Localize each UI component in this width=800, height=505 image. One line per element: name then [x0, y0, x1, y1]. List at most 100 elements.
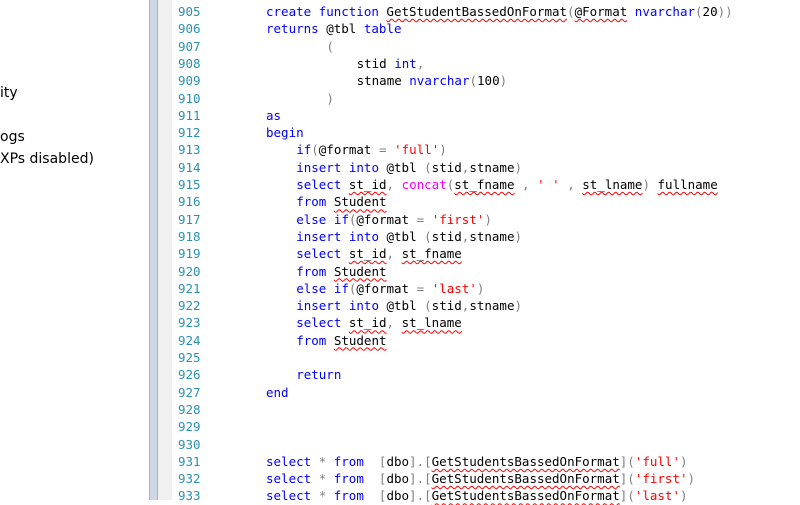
line-number: 912 — [178, 125, 201, 141]
code-token: GetStudentsBassedOnFormat — [431, 471, 620, 487]
query-editor[interactable]: 905 create function GetStudentBassedOnFor… — [172, 0, 800, 503]
code-text: select st_id, concat(st_fname , ' ' , st… — [296, 176, 718, 193]
code-line[interactable]: 933 select * from [dbo].[GetStudentsBasse… — [172, 487, 800, 504]
object-explorer-panel: ity ogs XPs disabled) — [0, 0, 149, 500]
code-line[interactable]: 909 stname nvarchar(100) — [172, 72, 800, 89]
code-line[interactable]: 921 else if(@format = 'last') — [172, 280, 800, 297]
code-token: 'full' — [394, 142, 440, 158]
code-line[interactable]: 927 end — [172, 384, 800, 401]
code-line[interactable]: 915 select st_id, concat(st_fname , ' ' ,… — [172, 176, 800, 193]
code-token: @format — [356, 280, 417, 296]
code-text: if(@format = 'full') — [296, 141, 447, 158]
code-line[interactable]: 931 select * from [dbo].[GetStudentsBasse… — [172, 453, 800, 470]
code-token: insert into — [296, 298, 379, 314]
tree-item-security[interactable]: ity — [0, 85, 18, 101]
code-token: ( — [424, 159, 432, 175]
line-number: 925 — [178, 350, 201, 365]
code-line[interactable]: 916 from Student — [172, 193, 800, 210]
code-line[interactable]: 910) — [172, 90, 800, 107]
code-text: else if(@format = 'last') — [296, 280, 484, 297]
code-line[interactable]: 908 stid int, — [172, 55, 800, 72]
code-token: ) — [484, 211, 492, 227]
code-token: select — [296, 315, 342, 331]
code-token: Student — [333, 332, 387, 348]
code-token: , — [522, 177, 530, 192]
code-line[interactable]: 923 select st_id, st_lname — [172, 314, 800, 331]
code-token: ) — [687, 471, 696, 487]
code-text: ) — [326, 90, 334, 107]
code-token: 20 — [702, 4, 718, 19]
line-number: 908 — [178, 55, 201, 71]
code-line[interactable]: 914 insert into @tbl (stid,stname) — [172, 159, 800, 176]
line-number: 906 — [178, 21, 201, 37]
code-text: else if(@format = 'first') — [296, 211, 492, 228]
code-token: stname — [469, 159, 515, 175]
line-number: 926 — [178, 367, 201, 383]
code-text: end — [266, 384, 289, 401]
code-token: GetStudentsBassedOnFormat — [431, 453, 620, 469]
code-line[interactable]: 932 select * from [dbo].[GetStudentsBasse… — [172, 470, 800, 487]
code-token: @tbl — [378, 159, 425, 175]
code-token: ) — [514, 228, 522, 244]
code-text: stid int, — [357, 55, 425, 72]
code-token: @tbl — [318, 21, 364, 37]
code-token: concat — [401, 177, 447, 192]
code-token: select — [266, 453, 312, 469]
line-number: 922 — [178, 298, 201, 314]
code-token: as — [266, 107, 282, 123]
code-line[interactable]: 918 insert into @tbl (stid,stname) — [172, 228, 800, 245]
code-token: from — [296, 263, 327, 279]
code-token: st_id — [348, 177, 387, 192]
code-token: nvarchar — [634, 4, 696, 19]
code-line[interactable]: 912 begin — [172, 124, 800, 141]
code-token: int — [394, 55, 417, 71]
code-token: nvarchar — [409, 73, 470, 89]
code-token: @format — [356, 211, 417, 227]
code-token: create function — [266, 4, 379, 19]
code-line[interactable]: 920 from Student — [172, 263, 800, 280]
line-number: 927 — [178, 384, 201, 400]
line-number: 933 — [178, 488, 201, 504]
code-token: 100 — [477, 73, 500, 89]
tree-item-logs[interactable]: ogs — [0, 129, 25, 145]
code-token: @Format — [574, 4, 628, 19]
code-line[interactable]: 919 select st_id, st_fname — [172, 245, 800, 262]
panel-splitter[interactable] — [149, 0, 158, 500]
code-line[interactable]: 929 — [172, 418, 800, 435]
tree-item-xps-disabled[interactable]: XPs disabled) — [0, 151, 94, 167]
code-line[interactable]: 906 returns @tbl table — [172, 20, 800, 37]
code-line[interactable]: 922 insert into @tbl (stid,stname) — [172, 297, 800, 314]
line-number: 905 — [178, 4, 201, 19]
code-token: ) — [514, 159, 522, 175]
code-token: stname — [469, 298, 515, 314]
code-line[interactable]: 917 else if(@format = 'first') — [172, 211, 800, 228]
code-line[interactable]: 911 as — [172, 107, 800, 124]
code-token: ) — [679, 453, 688, 469]
code-line[interactable]: 925 — [172, 349, 800, 366]
code-token: , — [386, 315, 395, 331]
code-line[interactable]: 924 from Student — [172, 332, 800, 349]
code-token: from — [296, 332, 327, 348]
code-line[interactable]: 926 return — [172, 366, 800, 383]
code-token: stname — [469, 228, 515, 244]
code-token: if — [296, 142, 312, 158]
code-token: ( — [326, 38, 334, 54]
code-line[interactable]: 907 ( — [172, 38, 800, 55]
line-number: 916 — [178, 194, 201, 210]
code-line[interactable]: 930 — [172, 436, 800, 453]
code-token: GetStudentsBassedOnFormat — [431, 488, 620, 504]
code-line[interactable]: 928 — [172, 401, 800, 418]
code-text: ( — [326, 38, 334, 55]
line-number: 931 — [178, 453, 201, 469]
code-line[interactable]: 905 create function GetStudentBassedOnFor… — [172, 3, 800, 20]
code-token: ].[ — [409, 488, 432, 504]
code-line[interactable]: 913 if(@format = 'full') — [172, 141, 800, 158]
